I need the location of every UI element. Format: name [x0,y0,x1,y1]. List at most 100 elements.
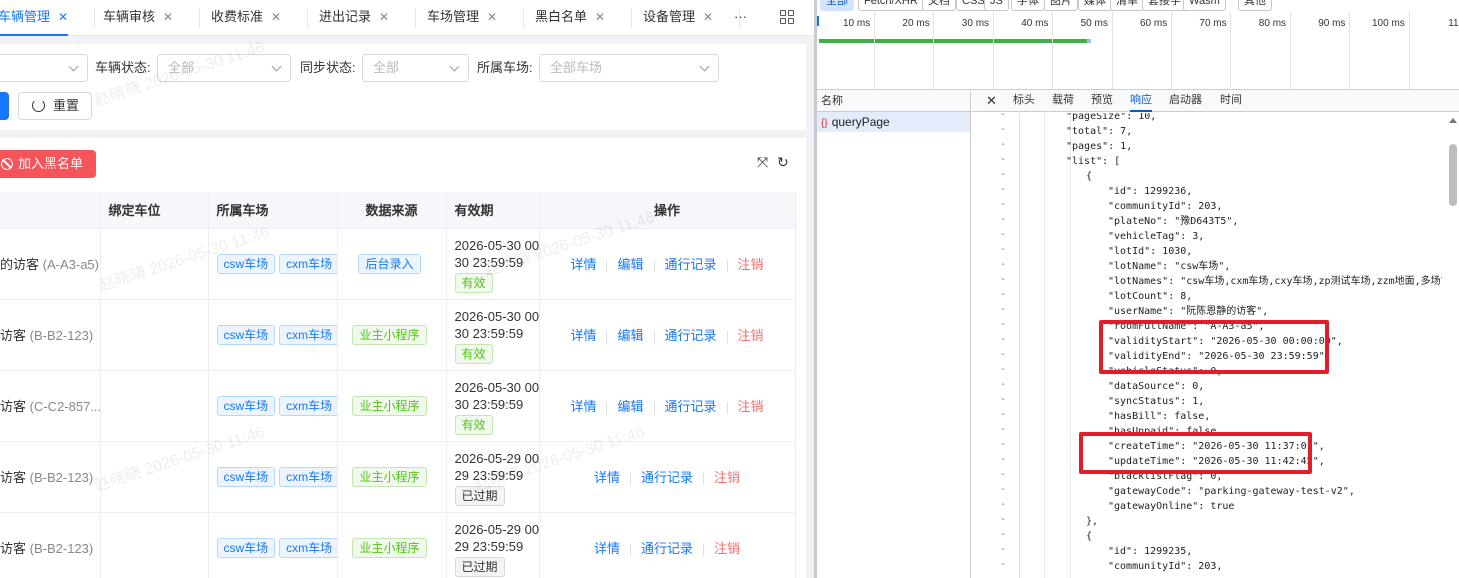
filter-chip-9[interactable]: 套接字 [1142,0,1187,11]
line-marker: - [1000,274,1007,285]
timeline-gridline [1171,12,1172,90]
access-records-link[interactable]: 通行记录 [641,541,693,556]
cancel-link[interactable]: 注销 [714,541,740,556]
lot-tag: cxm车场 [279,253,336,274]
validity-end: 30 23:59:59 [454,396,524,412]
validity-cell: 2026-05-30 00:00:30 23:59:59 有效 [446,299,540,371]
tab-0[interactable]: 车辆管理 ✕ [0,0,69,36]
details-link[interactable]: 详情 [594,470,620,485]
response-line: "communityId": 203, [1108,201,1223,212]
screenshot-root: 车辆管理 ✕ 车辆审核 ✕ 收费标准 ✕ 进出记录 ✕ 车场管理 ✕ 黑白名单 ✕ 设备管理 ✕ ··· 车… [0,0,1459,578]
tab-2[interactable]: 收费标准 ✕ [211,0,281,36]
edit-link[interactable]: 编辑 [617,257,643,272]
tab-6[interactable]: 设备管理 ✕ [643,0,713,36]
source-cell: 业主小程序 [337,441,447,513]
sync-status-select[interactable]: 全部 [362,54,469,82]
filter-chip-0[interactable]: 全部 [820,0,854,11]
details-link[interactable]: 详情 [570,399,596,414]
response-line: "id": 1299236, [1108,186,1193,197]
cancel-link[interactable]: 注销 [738,399,764,414]
edit-link[interactable]: 编辑 [617,399,643,414]
access-records-link[interactable]: 通行记录 [665,399,717,414]
close-icon[interactable]: ✕ [58,10,68,24]
response-line: "pageSize": 10, [1066,113,1157,122]
close-icon[interactable]: ✕ [703,10,713,24]
filter-chip-6[interactable]: 图片 [1044,0,1078,11]
lot-select[interactable]: 全部车场 [539,54,719,82]
cancel-link[interactable]: 注销 [714,470,740,485]
detail-tab-3[interactable]: 响应 [1130,90,1152,112]
access-records-link[interactable]: 通行记录 [665,257,717,272]
filter-chip-2[interactable]: 文档 [922,0,956,11]
filter-chip-5[interactable]: 字体 [1011,0,1045,11]
cancel-link[interactable]: 注销 [738,257,764,272]
tab-4[interactable]: 车场管理 ✕ [427,0,497,36]
detail-tab-0[interactable]: 标头 [1013,90,1035,112]
filter-chip-8[interactable]: 清单 [1110,0,1144,11]
tabs-more-button[interactable]: ··· [734,0,747,36]
access-records-link[interactable]: 通行记录 [641,470,693,485]
detail-tab-2[interactable]: 预览 [1091,90,1113,112]
filter-chip-1[interactable]: Fetch/XHR [858,0,924,11]
response-line: { [1086,531,1093,542]
filter-panel: 车辆状态: 全部 同步状态: 全部 所属车场: 全部车场 [0,44,806,130]
response-scrollbar[interactable] [1449,118,1457,578]
filter-chip-4[interactable]: JS [984,0,1009,11]
details-link[interactable]: 详情 [594,541,620,556]
network-timeline[interactable]: 10 ms 20 ms 30 ms 40 ms 50 ms 60 ms 70 ms 80 ms… [817,12,1459,90]
tab-separator [94,8,95,28]
search-button[interactable] [0,92,9,120]
room-name: (B-B2-123) [29,541,94,556]
first-filter-select[interactable] [0,54,88,82]
lots-cell: csw车场 cxm车场 [208,370,338,442]
fullscreen-icon[interactable]: ⤧ [757,154,768,171]
filter-chip-11[interactable]: 其他 [1238,0,1272,11]
lot-tag: csw车场 [216,537,276,558]
access-records-link[interactable]: 通行记录 [665,328,717,343]
timeline-gridline [1289,12,1291,90]
response-line: "list": [ [1066,156,1121,167]
detail-tab-5[interactable]: 时间 [1220,90,1242,112]
lot-tag: cxm车场 [279,395,336,416]
source-cell: 业主小程序 [337,299,447,371]
source-cell: 业主小程序 [337,370,447,442]
detail-tab-1[interactable]: 载荷 [1052,90,1074,112]
close-icon[interactable]: ✕ [595,10,605,24]
vehicle-status-select[interactable]: 全部 [157,54,291,82]
close-icon[interactable]: ✕ [487,10,497,24]
close-icon[interactable]: ✕ [986,93,997,109]
tab-5[interactable]: 黑白名单 ✕ [535,0,605,36]
table-row: 访客 (B-B2-123) csw车场 cxm车场 业主小程序 2026-05-29 0… [0,441,796,513]
room-name: (B-B2-123) [29,470,94,485]
grid-menu-icon[interactable] [780,10,794,24]
refresh-icon[interactable]: ↻ [777,154,789,171]
add-blacklist-button[interactable]: 加入黑名单 [0,150,96,178]
line-marker: - [1000,484,1007,495]
details-link[interactable]: 详情 [570,257,596,272]
close-icon[interactable]: ✕ [379,10,389,24]
edit-link[interactable]: 编辑 [617,328,643,343]
action-divider [726,401,728,414]
filter-chip-10[interactable]: Wasm [1183,0,1226,11]
action-divider [606,259,608,272]
status-badge: 有效 [454,343,493,364]
details-link[interactable]: 详情 [570,328,596,343]
highlight-box-timestamps [1079,432,1312,474]
cancel-link[interactable]: 注销 [738,328,764,343]
tab-3[interactable]: 进出记录 ✕ [319,0,389,36]
scroll-up-icon[interactable] [1449,118,1457,123]
actions-cell: 详情 通行记录 注销 [539,512,796,578]
request-row-querypage[interactable]: {} queryPage [817,112,970,132]
reset-button[interactable]: 重置 [18,92,92,120]
lots-cell: csw车场 cxm车场 [208,512,338,578]
table-panel: 加入黑名单 ⤧ ↻ 绑定车位 所属车场 数据来源 有效期 操作 的访客 (A-A3-a5… [0,138,806,578]
tab-label: 车辆审核 [103,9,156,24]
column-header-3: 数据来源 [337,192,447,229]
detail-tab-4[interactable]: 启动器 [1169,90,1202,112]
tab-1[interactable]: 车辆审核 ✕ [103,0,173,36]
filter-chip-7[interactable]: 媒体 [1078,0,1112,11]
close-icon[interactable]: ✕ [163,10,173,24]
response-line: "hasBill": false, [1108,411,1211,422]
close-icon[interactable]: ✕ [271,10,281,24]
scrollbar-thumb[interactable] [1449,144,1457,206]
